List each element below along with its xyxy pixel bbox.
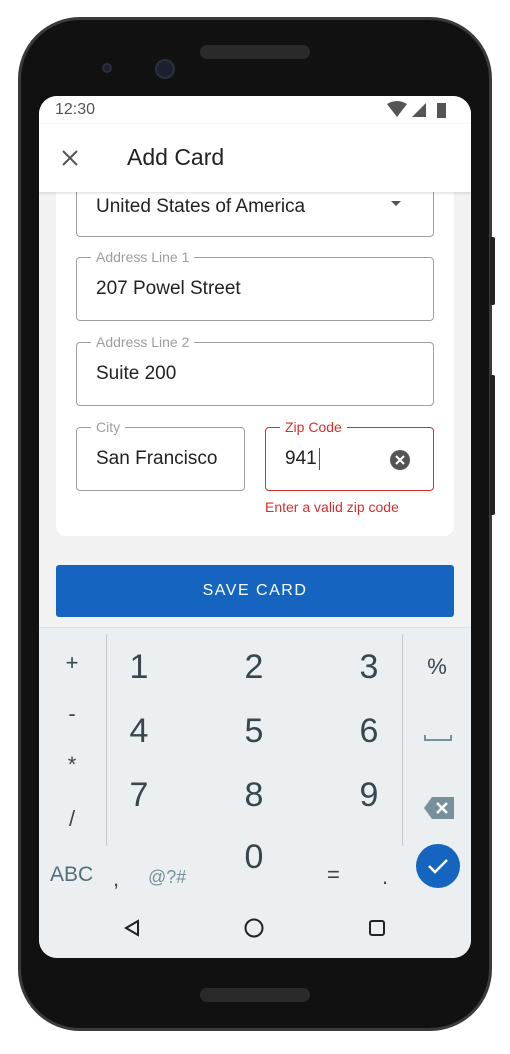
zip-code-value: 941 [285,448,317,469]
done-button[interactable] [416,844,460,888]
key-period[interactable]: . [382,864,388,890]
volume-button [490,375,495,515]
status-icons [387,101,446,118]
key-2[interactable]: 2 [224,648,284,687]
divider [402,634,403,846]
key-minus[interactable]: - [52,701,92,727]
speaker [200,45,310,59]
key-plus[interactable]: + [52,650,92,676]
wifi-icon [387,101,407,117]
screen: 12:30 Add Card United States of America … [39,96,471,958]
city-label: City [91,419,126,435]
recents-nav-icon[interactable] [369,920,385,936]
key-9[interactable]: 9 [339,776,399,815]
city-field[interactable]: City San Francisco [76,419,245,491]
numeric-keyboard: + - * / 1 2 3 4 5 6 7 8 9 0 % ABC , @?# … [39,627,471,958]
key-percent[interactable]: % [417,654,457,680]
space-icon[interactable] [424,734,452,742]
address-line-2-value: Suite 200 [96,363,177,384]
key-3[interactable]: 3 [339,648,399,687]
address-card: United States of America Address Line 1 … [56,176,454,536]
zip-code-field[interactable]: Zip Code 941 [265,419,434,491]
key-4[interactable]: 4 [109,712,169,751]
key-symbols[interactable]: @?# [148,867,186,888]
power-button [490,237,495,305]
city-value: San Francisco [96,448,218,469]
address-line-1-label: Address Line 1 [91,249,195,265]
key-slash[interactable]: / [52,806,92,832]
key-abc[interactable]: ABC [50,863,93,887]
close-icon[interactable] [62,150,78,166]
key-asterisk[interactable]: * [52,752,92,778]
key-6[interactable]: 6 [339,712,399,751]
page-title: Add Card [127,144,225,170]
divider [106,634,107,846]
home-nav-icon[interactable] [244,918,264,938]
address-line-2-label: Address Line 2 [91,334,195,350]
key-equals[interactable]: = [327,862,340,888]
signal-icon [412,103,426,117]
key-1[interactable]: 1 [109,648,169,687]
status-bar: 12:30 [39,96,471,124]
dropdown-arrow-icon [391,201,401,206]
address-line-1-field[interactable]: Address Line 1 207 Powel Street [76,249,434,321]
save-card-button[interactable]: SAVE CARD [56,565,454,617]
key-0[interactable]: 0 [224,838,284,877]
key-8[interactable]: 8 [224,776,284,815]
bottom-speaker [200,988,310,1002]
back-nav-icon[interactable] [123,919,141,937]
front-camera [155,59,175,79]
battery-icon [437,103,446,118]
address-line-2-field[interactable]: Address Line 2 Suite 200 [76,334,434,406]
clear-icon[interactable] [390,450,410,470]
key-7[interactable]: 7 [109,776,169,815]
status-time: 12:30 [55,101,96,118]
country-value: United States of America [96,195,306,217]
sensor [102,63,112,73]
backspace-icon[interactable] [424,797,454,819]
app-bar: Add Card [39,124,471,192]
check-icon [428,859,448,874]
zip-code-label: Zip Code [280,419,347,435]
text-cursor [318,448,320,470]
zip-error-text: Enter a valid zip code [265,499,399,515]
key-comma[interactable]: , [113,866,119,892]
key-5[interactable]: 5 [224,712,284,751]
address-line-1-value: 207 Powel Street [96,278,241,299]
